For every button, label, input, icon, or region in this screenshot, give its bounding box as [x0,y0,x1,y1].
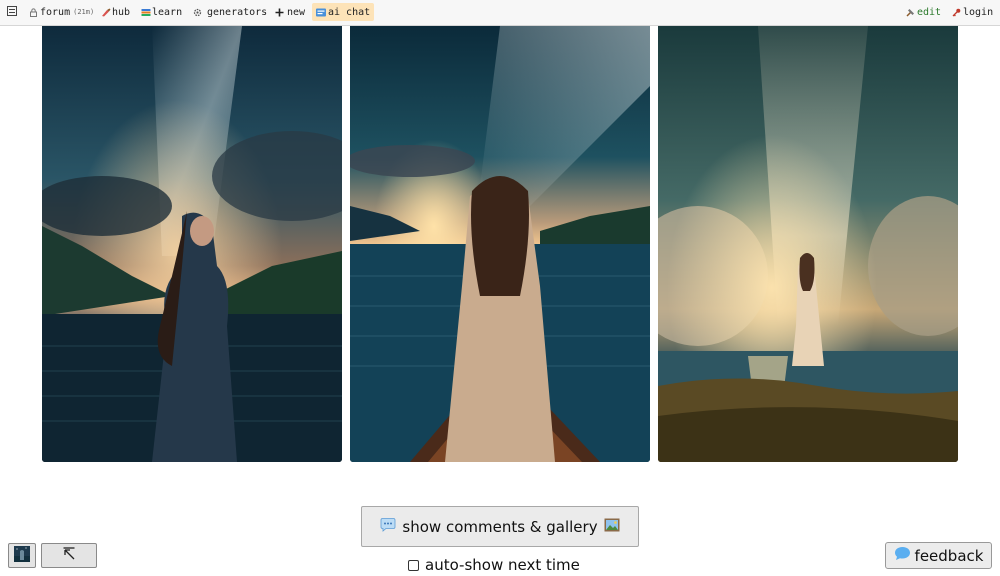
nav-ai-chat-label: ai chat [328,6,371,18]
nav-edit-label: edit [917,6,942,18]
show-comments-gallery-button[interactable]: show comments & gallery [361,506,639,547]
autoshow-option: auto-show next time [408,556,580,574]
nav-ai-chat[interactable]: ai chat [312,3,375,21]
thumbnail-image-icon [14,545,30,566]
autoshow-checkbox[interactable] [408,559,419,571]
nav-login-label: login [963,6,994,18]
speech-balloon-icon [894,546,911,565]
chat-icon [316,8,326,17]
nav-generators-label: generators [207,6,268,18]
image-thumbnail-button[interactable] [8,543,36,568]
nav-new[interactable]: new [275,0,305,24]
nav-generators[interactable]: generators [193,0,267,24]
gallery-image-3[interactable] [658,26,958,462]
menu-icon[interactable] [7,6,17,16]
nav-edit[interactable]: edit [906,0,941,24]
nav-login[interactable]: login [952,0,993,24]
framed-picture-icon [604,518,620,536]
top-nav-bar: forum (21m) hub learn generators new ai … [0,0,1000,26]
nav-learn-label: learn [152,6,183,18]
key-icon [952,8,961,17]
nav-forum-label: forum [40,6,71,18]
books-icon [141,8,151,17]
feedback-label: feedback [914,546,984,565]
feedback-button[interactable]: feedback [885,542,992,569]
nav-hub[interactable]: hub [101,0,130,24]
nav-forum[interactable]: forum (21m) [29,0,94,24]
speech-bubble-icon [380,517,396,536]
expand-arrow-button[interactable] [41,543,97,568]
gear-icon [193,8,202,17]
plus-icon [275,8,284,17]
brush-icon [101,8,111,17]
nav-learn[interactable]: learn [141,0,182,24]
arrow-up-left-icon [62,546,76,565]
forum-activity-badge: (21m) [73,8,95,16]
autoshow-label: auto-show next time [425,556,580,574]
show-comments-gallery-label: show comments & gallery [402,517,598,536]
lock-icon [29,7,38,17]
nav-hub-label: hub [112,6,131,18]
hammer-icon [906,8,915,17]
gallery-image-1[interactable] [42,26,342,462]
gallery-image-2[interactable] [350,26,650,462]
nav-new-label: new [287,6,306,18]
